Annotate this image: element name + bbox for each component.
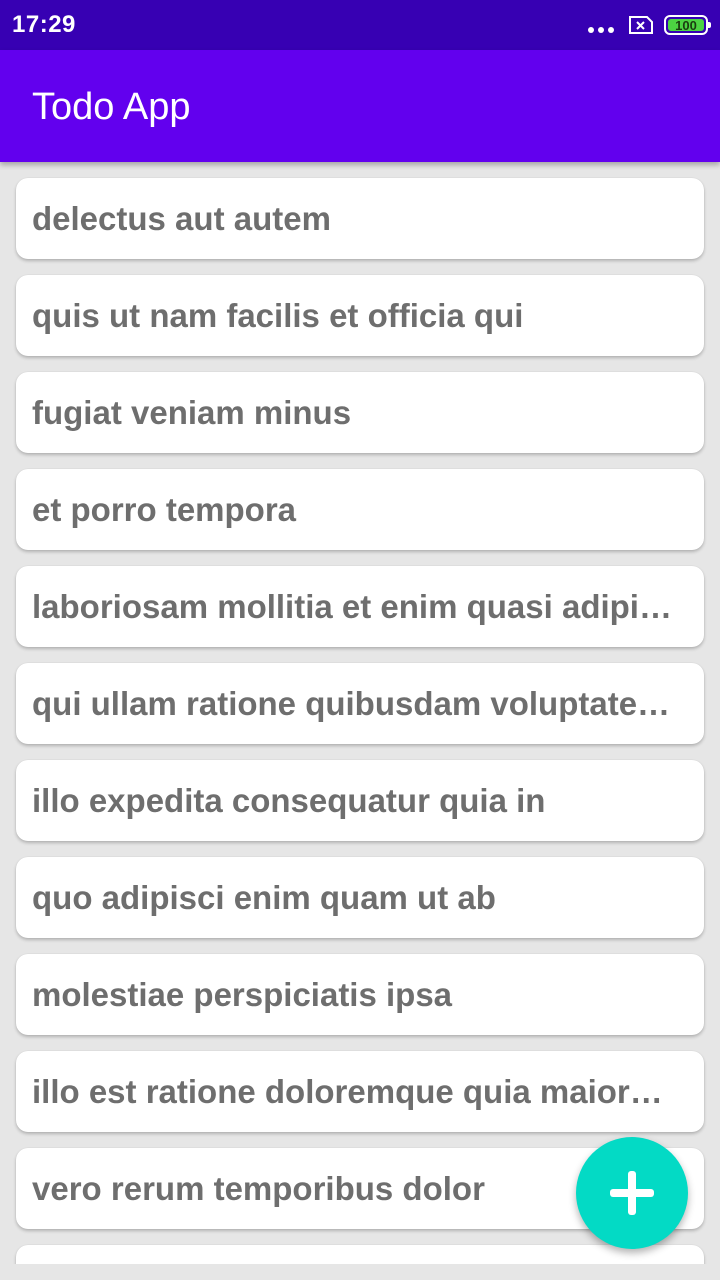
status-time: 17:29 [12,11,76,38]
todo-item[interactable]: et porro tempora [16,469,704,550]
todo-item-text: fugiat veniam minus [32,393,352,431]
todo-item-text: molestiae perspiciatis ipsa [32,975,453,1013]
more-dots-icon [588,27,614,33]
todo-item[interactable]: qui ullam ratione quibusdam voluptate… [16,663,704,744]
todo-item-text: et porro tempora [32,490,297,528]
todo-item[interactable]: laboriosam mollitia et enim quasi adipi… [16,566,704,647]
status-bar: 17:29 100 [0,0,720,50]
plus-icon [610,1171,654,1215]
todo-item[interactable]: molestiae perspiciatis ipsa [16,954,704,1035]
sim-card-x-icon [629,16,653,34]
todo-item[interactable]: fugiat veniam minus [16,372,704,453]
todo-item-text: quis ut nam facilis et officia qui [32,296,524,334]
bottom-strip [0,1264,720,1280]
add-todo-button[interactable] [576,1137,688,1249]
battery-icon: 100 [664,15,711,35]
todo-item[interactable]: delectus aut autem [16,178,704,259]
todo-item-text: delectus aut autem [32,199,331,237]
todo-item-text: illo est ratione doloremque quia maior… [32,1072,663,1110]
todo-list[interactable]: delectus aut autem quis ut nam facilis e… [0,162,720,1264]
todo-item-text: qui ullam ratione quibusdam voluptate… [32,684,671,722]
todo-item-text: illo expedita consequatur quia in [32,781,546,819]
todo-item[interactable]: quis ut nam facilis et officia qui [16,275,704,356]
battery-level: 100 [668,19,704,32]
app-bar: Todo App [0,50,720,162]
todo-item-text: quo adipisci enim quam ut ab [32,878,496,916]
todo-item[interactable] [16,1245,704,1264]
app-title: Todo App [32,86,191,128]
todo-item[interactable]: quo adipisci enim quam ut ab [16,857,704,938]
todo-item[interactable]: illo est ratione doloremque quia maior… [16,1051,704,1132]
todo-item-text: laboriosam mollitia et enim quasi adipi… [32,587,672,625]
status-icons: 100 [588,13,711,37]
todo-item[interactable]: illo expedita consequatur quia in [16,760,704,841]
